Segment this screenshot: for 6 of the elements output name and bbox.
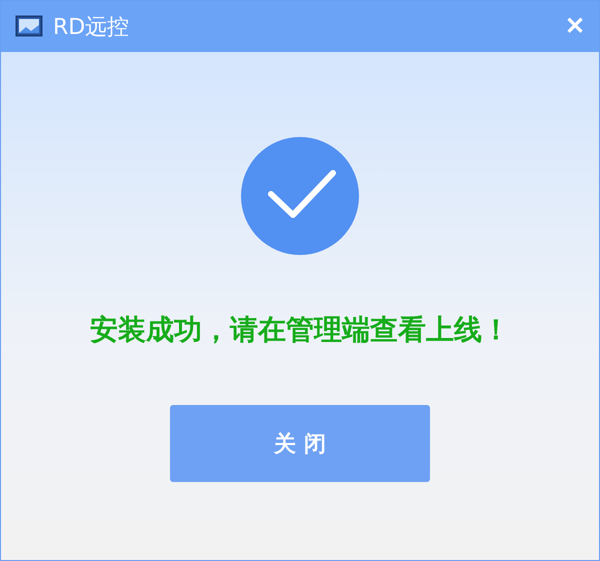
monitor-icon <box>15 14 43 38</box>
window-title: RD远控 <box>53 14 130 42</box>
close-dialog-button[interactable]: 关 闭 <box>170 405 430 482</box>
close-button[interactable]: ✕ <box>565 14 585 38</box>
checkmark-icon <box>241 137 359 255</box>
success-message: 安装成功，请在管理端查看上线！ <box>90 312 510 348</box>
